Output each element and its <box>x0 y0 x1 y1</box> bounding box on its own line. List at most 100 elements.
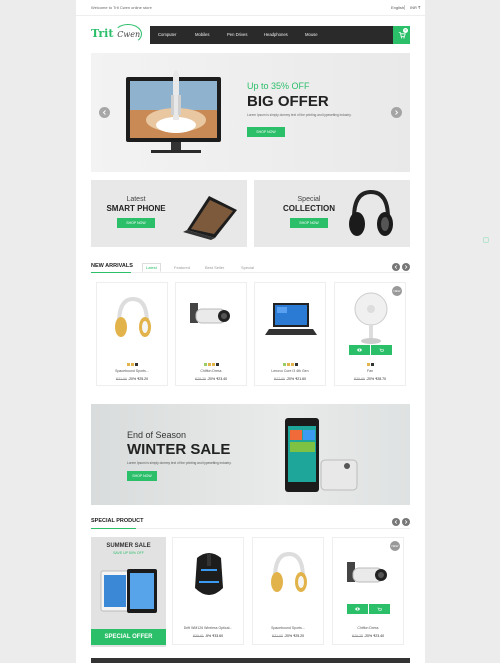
product-price: ₹31.00 -20% ₹25.20 <box>253 634 323 638</box>
tv-rocket-image <box>126 70 221 153</box>
quick-view-button[interactable] <box>347 604 369 614</box>
chevron-left-icon <box>394 520 398 524</box>
cart-button[interactable]: 0 <box>393 26 410 44</box>
product-actions <box>347 604 391 614</box>
product-name[interactable]: Spacebound Sports... <box>97 369 167 373</box>
divider <box>91 528 410 529</box>
new-badge: NEW <box>390 541 400 551</box>
product-price: ₹29.25 -20% ₹23.40 <box>176 377 246 381</box>
color-swatches <box>176 363 246 366</box>
tab-latest[interactable]: Latest <box>142 263 161 272</box>
product-name[interactable]: Chiffon Dress <box>333 626 403 630</box>
promo-line2: SMART PHONE <box>106 204 166 213</box>
current-price: ₹28.70 <box>375 377 387 381</box>
discount: -20% <box>363 634 373 638</box>
chevron-right-icon <box>404 520 408 524</box>
product-card[interactable]: Drift WM126 Wireless Optical... ₹39.61 -… <box>172 537 244 645</box>
nav-item-mouse[interactable]: Mouse <box>305 32 318 37</box>
winter-sale-banner: End of Season WINTER SALE Lorem Ipsum is… <box>91 404 410 505</box>
new-badge: NEW <box>392 286 402 296</box>
cart-count-badge: 0 <box>403 28 408 33</box>
logo-main: Trit <box>91 27 114 40</box>
divider <box>404 5 405 10</box>
color-swatches <box>255 363 325 366</box>
product-name[interactable]: Fan <box>335 369 405 373</box>
product-card[interactable]: Lenovo Core i3 4th Gen ₹27.00 -20% ₹21.6… <box>254 282 326 386</box>
discount: -20% <box>283 634 293 638</box>
currency-selector[interactable]: INR ₹ <box>410 5 421 10</box>
top-bar: Welcome to Trit Cwen online store Englis… <box>76 0 425 16</box>
product-card[interactable]: NEW Chiffon Dress ₹29.25 -20% ₹23.40 <box>332 537 404 645</box>
hero-slider: Up to 35% OFF BIG OFFER Lorem Ipsum is s… <box>91 53 410 172</box>
promo-smart-phone[interactable]: Latest SMART PHONE SHOP NOW <box>91 180 247 247</box>
product-card[interactable]: Spacebound Sports... ₹31.00 -20% ₹25.20 <box>252 537 324 645</box>
old-price: ₹39.61 <box>192 634 204 638</box>
winter-description: Lorem Ipsum is simply dummy text of the … <box>127 461 232 465</box>
language-selector[interactable]: English <box>391 5 404 10</box>
arrivals-prev-button[interactable] <box>392 263 400 271</box>
old-price: ₹31.00 <box>271 634 283 638</box>
chevron-right-icon <box>395 110 399 115</box>
summer-subtitle: SAVE UP 50% OFF <box>113 551 144 555</box>
promo-shop-now-button[interactable]: SHOP NOW <box>290 218 328 228</box>
discount: -20% <box>285 377 295 381</box>
add-to-cart-button[interactable] <box>369 604 391 614</box>
promo-line1: Latest <box>126 196 146 203</box>
product-actions <box>349 345 393 355</box>
promo-special-collection[interactable]: Special COLLECTION SHOP NOW <box>254 180 410 247</box>
old-price: ₹35.99 <box>353 377 365 381</box>
winter-shop-now-button[interactable]: SHOP NOW <box>127 471 157 481</box>
color-swatches <box>335 363 405 366</box>
chevron-left-icon <box>394 265 398 269</box>
current-price: ₹23.40 <box>373 634 385 638</box>
hero-shop-now-button[interactable]: SHOP NOW <box>247 127 285 137</box>
product-name[interactable]: Drift WM126 Wireless Optical... <box>173 626 243 630</box>
old-price: ₹31.00 <box>115 377 127 381</box>
product-image-laptop <box>265 303 317 335</box>
quick-view-button[interactable] <box>349 345 371 355</box>
product-card[interactable]: NEW Fan ₹35.99 -20% ₹28.70 <box>334 282 406 386</box>
product-name[interactable]: Spacebound Sports... <box>253 626 323 630</box>
winter-line1: End of Season <box>127 430 187 440</box>
tab-special[interactable]: Special <box>238 264 257 271</box>
summer-sale-banner[interactable]: SUMMER SALE SAVE UP 50% OFF SPECIAL OFFE… <box>91 537 166 647</box>
promo-shop-now-button[interactable]: SHOP NOW <box>117 218 155 228</box>
chevron-left-icon <box>102 110 106 115</box>
promo-line2: COLLECTION <box>283 204 335 213</box>
discount: -20% <box>365 377 375 381</box>
nav-item-mobiles[interactable]: Mobiles <box>195 32 209 37</box>
hero-next-button[interactable] <box>391 107 402 118</box>
side-widget-icon[interactable] <box>483 237 489 243</box>
hero-title: BIG OFFER <box>247 93 329 110</box>
chevron-right-icon <box>404 265 408 269</box>
cart-icon <box>379 348 384 352</box>
nav-item-computer[interactable]: Computer <box>158 32 176 37</box>
tab-best-seller[interactable]: Best Seller <box>202 264 227 271</box>
tablets-image <box>100 569 157 613</box>
product-name[interactable]: Lenovo Core i3 4th Gen <box>255 369 325 373</box>
product-card[interactable]: Chiffon Dress ₹29.25 -20% ₹23.40 <box>175 282 247 386</box>
tab-featured[interactable]: Featured <box>171 264 193 271</box>
eye-icon <box>357 348 362 352</box>
old-price: ₹29.25 <box>194 377 206 381</box>
special-prev-button[interactable] <box>392 518 400 526</box>
old-price: ₹27.00 <box>273 377 285 381</box>
product-image-cctv-camera <box>347 562 387 583</box>
current-price: ₹33.60 <box>212 634 224 638</box>
welcome-text: Welcome to Trit Cwen online store <box>91 5 152 10</box>
arrivals-next-button[interactable] <box>402 263 410 271</box>
hero-prev-button[interactable] <box>99 107 110 118</box>
hero-offer-line: Up to 35% OFF <box>247 81 310 91</box>
product-price: ₹27.00 -20% ₹21.60 <box>255 377 325 381</box>
nav-item-pen-drives[interactable]: Pen Drives <box>227 32 247 37</box>
add-to-cart-button[interactable] <box>371 345 393 355</box>
special-next-button[interactable] <box>402 518 410 526</box>
product-image-headphones <box>271 551 307 592</box>
special-offer-label: SPECIAL OFFER <box>91 629 166 645</box>
product-price: ₹29.25 -20% ₹23.40 <box>333 634 403 638</box>
divider <box>91 272 410 273</box>
product-name[interactable]: Chiffon Dress <box>176 369 246 373</box>
nav-item-headphones[interactable]: Headphones <box>264 32 288 37</box>
product-card[interactable]: Spacebound Sports... ₹31.00 -20% ₹25.20 <box>96 282 168 386</box>
eye-icon <box>355 607 360 611</box>
